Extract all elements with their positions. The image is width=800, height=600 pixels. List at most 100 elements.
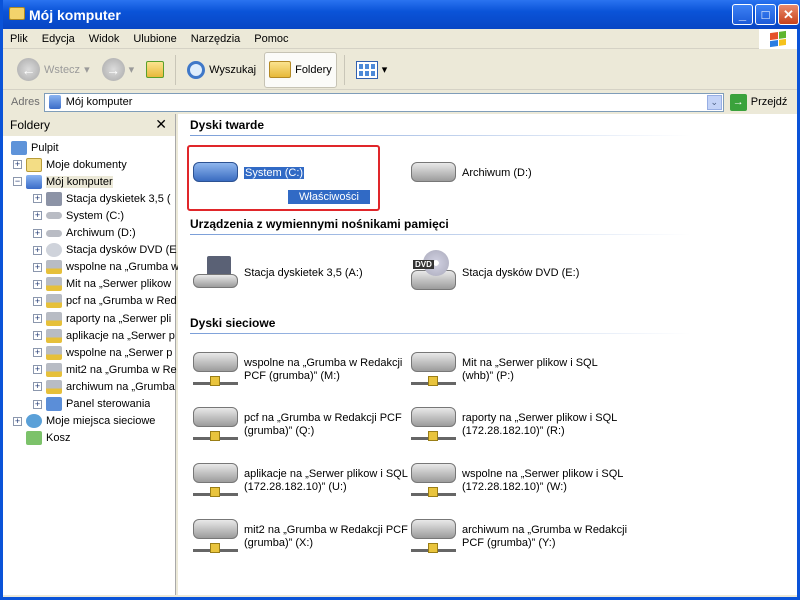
up-button[interactable]: [142, 52, 168, 88]
close-button[interactable]: ✕: [778, 4, 799, 25]
expand-icon[interactable]: +: [33, 365, 42, 375]
control-panel-icon: [46, 397, 62, 411]
expand-icon[interactable]: +: [33, 228, 42, 238]
tree-item-label: Moje dokumenty: [46, 158, 127, 171]
toolbar-separator: [343, 54, 345, 85]
expand-icon[interactable]: +: [33, 296, 42, 306]
network-drive-icon: [411, 517, 456, 555]
expand-icon[interactable]: +: [33, 382, 42, 392]
drive-label: raporty na „Serwer plikow i SQL (172.28.…: [462, 412, 617, 437]
tree-item[interactable]: + Mit na „Serwer plikow: [33, 276, 171, 293]
expand-icon[interactable]: +: [33, 348, 42, 358]
expand-icon[interactable]: +: [13, 160, 22, 170]
section-header: Dyski twarde: [190, 118, 690, 136]
net-drive-item[interactable]: Mit na „Serwer plikow i SQL (whb)” (P:): [411, 350, 629, 388]
tree-item[interactable]: + Panel sterowania: [33, 396, 150, 413]
floppy-drive-item[interactable]: Stacja dyskietek 3,5 (A:): [193, 256, 411, 288]
views-button[interactable]: ▾: [352, 52, 392, 88]
toolbar-separator: [175, 54, 177, 85]
hard-drive-icon: [193, 156, 238, 186]
net-drive-item[interactable]: mit2 na „Grumba w Redakcji PCF (grumba)”…: [193, 517, 411, 555]
tree-item[interactable]: + System (C:): [33, 207, 124, 224]
back-arrow-icon: ←: [17, 58, 40, 81]
dvd-drive-item[interactable]: DVD Stacja dysków DVD (E:): [411, 250, 629, 290]
tree-item-label: wspolne na „Serwer p: [66, 346, 173, 359]
menu-narzedzia[interactable]: Narzędzia: [184, 33, 248, 45]
tree-item[interactable]: + Stacja dyskietek 3,5 (: [33, 190, 171, 207]
back-dropdown-icon[interactable]: ▾: [84, 63, 90, 76]
tree-item-label: pcf na „Grumba w Red: [66, 295, 177, 308]
menu-edycja[interactable]: Edycja: [35, 33, 82, 45]
back-button[interactable]: ← Wstecz ▾: [13, 52, 94, 88]
net-drive-item[interactable]: pcf na „Grumba w Redakcji PCF (grumba)” …: [193, 405, 411, 443]
menu-ulubione[interactable]: Ulubione: [126, 33, 183, 45]
expand-icon[interactable]: +: [33, 262, 42, 272]
net-drive-item[interactable]: wspolne na „Serwer plikow i SQL (172.28.…: [411, 461, 629, 499]
expand-icon[interactable]: +: [33, 245, 42, 255]
network-drive-icon: [193, 350, 238, 388]
expand-icon[interactable]: +: [33, 194, 42, 204]
network-drive-icon: [193, 461, 238, 499]
drive-label: wspolne na „Grumba w Redakcji PCF (grumb…: [244, 357, 403, 382]
tree-item[interactable]: Pulpit: [11, 139, 59, 156]
net-drive-item[interactable]: raporty na „Serwer plikow i SQL (172.28.…: [411, 405, 629, 443]
expand-icon[interactable]: +: [13, 416, 22, 426]
forward-dropdown-icon[interactable]: ▾: [129, 63, 135, 76]
folders-label: Foldery: [295, 63, 332, 76]
tree-item[interactable]: + wspolne na „Serwer p: [33, 344, 172, 361]
folders-pane-title: Foldery: [10, 118, 51, 132]
network-drive-icon: [411, 350, 456, 388]
menu-plik[interactable]: Plik: [3, 33, 35, 45]
expand-icon[interactable]: +: [33, 331, 42, 341]
folders-button[interactable]: Foldery: [264, 51, 337, 88]
address-input[interactable]: Mój komputer ⌄: [43, 92, 724, 112]
menu-widok[interactable]: Widok: [82, 33, 127, 45]
tree-item[interactable]: + Stacja dysków DVD (E: [33, 242, 177, 259]
hdd-drive-item[interactable]: Archiwum (D:): [411, 156, 629, 186]
tree-item[interactable]: + Archiwum (D:): [33, 225, 136, 242]
network-drive-icon: [46, 260, 62, 275]
tree-item[interactable]: Kosz: [13, 430, 70, 447]
expand-icon[interactable]: +: [33, 211, 42, 221]
title-bar[interactable]: Mój komputer _ □ ✕: [3, 0, 800, 29]
collapse-icon[interactable]: −: [13, 177, 22, 187]
tree-item[interactable]: + archiwum na „Grumba: [33, 378, 175, 395]
search-button[interactable]: Wyszukaj: [183, 52, 260, 88]
folders-icon: [269, 61, 292, 78]
section-header: Urządzenia z wymiennymi nośnikami pamięc…: [190, 217, 690, 235]
maximize-button[interactable]: □: [755, 4, 776, 25]
drive-label: mit2 na „Grumba w Redakcji PCF (grumba)”…: [244, 524, 408, 549]
forward-button[interactable]: → ▾: [98, 52, 139, 88]
recycle-bin-icon: [26, 431, 42, 446]
net-drive-item[interactable]: wspolne na „Grumba w Redakcji PCF (grumb…: [193, 350, 411, 388]
search-label: Wyszukaj: [209, 63, 257, 76]
tree-item[interactable]: + wspolne na „Grumba w: [33, 259, 179, 276]
net-drive-item[interactable]: archiwum na „Grumba w Redakcji PCF (grum…: [411, 517, 629, 555]
close-pane-icon[interactable]: ✕: [155, 116, 167, 133]
folders-pane: Foldery ✕ Pulpit + Moje dokumenty − Mój komp…: [3, 114, 179, 595]
expand-icon[interactable]: +: [33, 279, 42, 289]
tree-item[interactable]: + Moje miejsca sieciowe: [13, 413, 155, 430]
expand-icon[interactable]: +: [33, 314, 42, 323]
properties-tooltip[interactable]: Właściwości: [288, 190, 370, 204]
dvd-drive-icon: [46, 243, 62, 258]
go-button[interactable]: → Przejdź: [729, 93, 787, 111]
address-label: Adres: [11, 96, 40, 108]
tree-item[interactable]: + aplikacje na „Serwer p: [33, 327, 175, 344]
expand-icon[interactable]: +: [33, 399, 42, 409]
tree-item[interactable]: + Moje dokumenty: [13, 156, 127, 173]
tree-item-label: Kosz: [46, 432, 71, 445]
tree-item-label: Panel sterowania: [66, 398, 151, 410]
my-documents-icon: [26, 157, 42, 172]
network-drive-icon: [46, 294, 62, 309]
hdd-drive-item[interactable]: System (C:): [193, 156, 411, 186]
menu-pomoc[interactable]: Pomoc: [247, 33, 295, 45]
net-drive-item[interactable]: aplikacje na „Serwer plikow i SQL (172.2…: [193, 461, 411, 499]
minimize-button[interactable]: _: [732, 4, 753, 25]
address-dropdown-icon[interactable]: ⌄: [706, 94, 722, 110]
tree-item[interactable]: + mit2 na „Grumba w Re: [33, 361, 177, 378]
tree-item[interactable]: + raporty na „Serwer pli: [33, 310, 171, 327]
tree-item[interactable]: + pcf na „Grumba w Red: [33, 293, 177, 310]
drive-label: pcf na „Grumba w Redakcji PCF (grumba)” …: [244, 412, 402, 437]
tree-item[interactable]: − Mój komputer: [13, 173, 113, 190]
